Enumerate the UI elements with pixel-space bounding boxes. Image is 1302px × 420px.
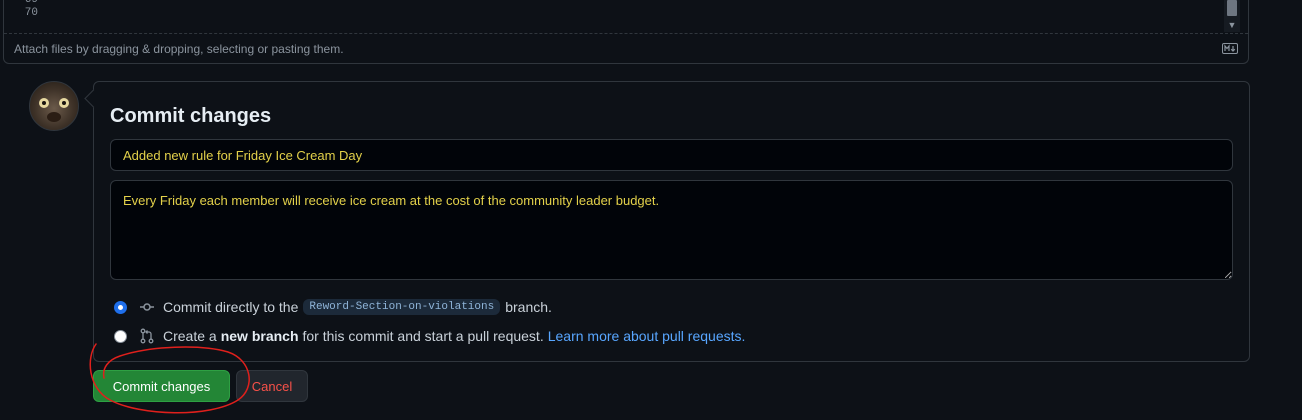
- commit-description-input[interactable]: Every Friday each member will receive ic…: [110, 180, 1233, 280]
- avatar[interactable]: [29, 81, 79, 131]
- markdown-icon[interactable]: [1222, 43, 1238, 54]
- git-commit-icon: [140, 303, 154, 311]
- commit-changes-panel: Commit changes Every Friday each member …: [93, 81, 1250, 362]
- commit-title: Commit changes: [110, 105, 272, 127]
- commit-direct-option[interactable]: Commit directly to the Reword-Section-on…: [114, 297, 552, 317]
- new-branch-prefix: Create a: [163, 328, 217, 344]
- attach-hint: Attach files by dragging & dropping, sel…: [14, 42, 344, 56]
- branch-name-badge: Reword-Section-on-violations: [303, 299, 501, 315]
- radio-commit-direct[interactable]: [114, 300, 127, 314]
- commit-summary-input[interactable]: [110, 139, 1233, 171]
- commit-direct-prefix: Commit directly to the: [163, 299, 299, 315]
- cancel-button[interactable]: Cancel: [236, 370, 308, 402]
- avatar-eye: [39, 98, 49, 108]
- new-branch-suffix: for this commit and start a pull request…: [302, 328, 544, 344]
- radio-new-branch[interactable]: [114, 329, 127, 343]
- commit-direct-suffix: branch.: [505, 299, 552, 315]
- commit-changes-button[interactable]: Commit changes: [93, 370, 230, 402]
- scrollbar-thumb[interactable]: [1227, 0, 1237, 16]
- chevron-down-icon[interactable]: ▼: [1227, 20, 1237, 30]
- line-number: 69: [24, 0, 38, 6]
- new-branch-emphasis: new branch: [220, 328, 299, 344]
- line-gutter: 69 70: [4, 0, 64, 20]
- learn-more-pull-requests-link[interactable]: Learn more about pull requests.: [548, 328, 746, 344]
- editor-scrollbar[interactable]: ▼: [1224, 0, 1240, 32]
- git-pull-request-icon: [140, 328, 154, 344]
- new-branch-option[interactable]: Create a new branch for this commit and …: [114, 326, 745, 346]
- avatar-eye: [59, 98, 69, 108]
- file-editor[interactable]: 69 70 ▼ Attach files by dragging & dropp…: [3, 0, 1249, 64]
- line-number: 70: [24, 7, 38, 19]
- attach-files-bar[interactable]: Attach files by dragging & dropping, sel…: [4, 33, 1248, 63]
- avatar-mouth: [47, 112, 61, 122]
